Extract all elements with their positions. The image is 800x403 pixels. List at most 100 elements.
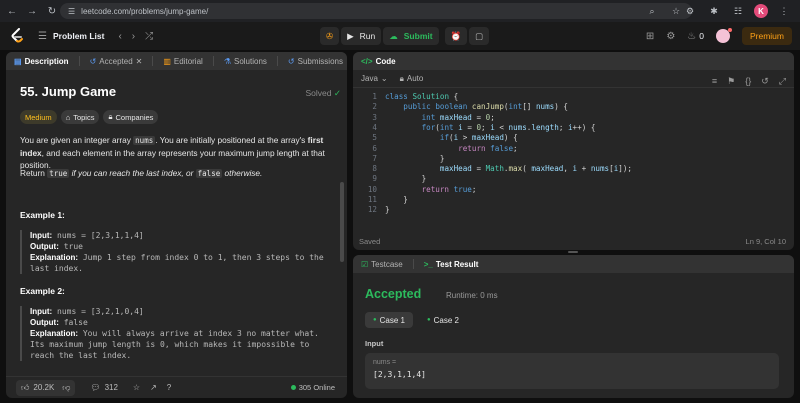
description-scrollbar[interactable] [340,182,344,262]
autocomplete-mode[interactable]: 🔒︎ Auto [400,74,424,84]
app-header: ☰ Problem List ‹ › ⤮ ✇ ▶ Run ☁ Submit ⏰ … [0,22,800,50]
example-2-title: Example 2: [20,286,65,296]
braces-icon[interactable]: {} [745,76,751,87]
line-number: 4 [372,122,377,132]
history-icon: ↺ [287,56,295,66]
case-2-tab[interactable]: ● Case 2 [419,312,467,328]
zoom-icon[interactable]: ⌕ [644,3,660,19]
cursor-position: Ln 9, Col 10 [745,237,786,246]
line-number: 11 [367,195,377,204]
media-icon[interactable]: ☷ [730,3,746,19]
input-variable-value: [2,3,1,1,4] [373,370,426,379]
companies-button[interactable]: 🔒︎ Companies [103,110,159,124]
fullscreen-icon[interactable]: ⤢ [779,76,786,87]
reset-icon[interactable]: ↺ [761,76,769,87]
list-icon: ☰ [38,30,47,42]
line-number: 2 [372,102,377,112]
code-line: } [385,195,408,204]
input-value-box: nums = [2,3,1,1,4] [365,353,779,389]
check-circle-icon: ✓ [333,88,341,98]
chevron-down-icon: ⌄ [380,74,388,83]
tab-accepted[interactable]: ↺ Accepted ✕ [90,57,143,66]
editor-actions: ≡ ⚑ {} ↺ ⤢ [712,76,786,87]
extensions-puzzle-icon[interactable]: ✱ [706,3,722,19]
tab-solutions[interactable]: ⚗ Solutions [224,57,267,66]
tab-description[interactable]: ▤ Description [14,57,69,66]
address-bar[interactable]: ☰ leetcode.com/problems/jump-game/ ⌕ ☆ [60,3,692,19]
example-2-block: Input: nums = [3,2,1,0,4] Output: false … [20,306,342,361]
help-icon[interactable]: ? [167,383,171,392]
tab-divider [212,56,214,66]
notes-button[interactable]: ▢ [469,27,490,45]
settings-gear-icon[interactable]: ⚙ [666,31,675,42]
close-tab-icon[interactable]: ✕ [136,57,143,66]
problem-statement: You are given an integer array nums. You… [20,135,325,170]
problem-list-button[interactable]: ☰ Problem List [38,31,104,42]
input-label: Input [365,339,384,348]
share-icon[interactable]: ↗ [150,383,157,392]
thumbs-down-icon[interactable]: 👎︎ [62,383,70,393]
history-icon: ↺ [89,56,97,66]
code-editor[interactable]: 1 class Solution { 2 public boolean canJ… [353,92,794,250]
tab-code[interactable]: </> Code [361,57,396,66]
code-line: } [385,153,445,163]
book-icon: ▥ [163,56,171,66]
timer-button[interactable]: ⏰ [444,27,468,45]
bug-icon: ✇ [326,30,334,41]
example-1-block: Input: nums = [2,3,1,1,4] Output: true E… [20,230,342,274]
language-select[interactable]: Java ⌄ [361,74,388,83]
line-number: 7 [372,153,377,163]
prev-problem-icon[interactable]: ‹ [118,31,121,42]
result-tabbar: ☑ Testcase >_ Test Result [353,255,794,273]
streak-counter[interactable]: ♨ 0 [687,31,704,42]
description-panel: ▤ Description ↺ Accepted ✕ ▥ Editorial ⚗… [6,52,347,398]
tab-test-result[interactable]: >_ Test Result [424,260,479,269]
play-icon: ▶ [347,30,354,41]
site-info-icon[interactable]: ☰ [68,7,75,16]
description-tabbar: ▤ Description ↺ Accepted ✕ ▥ Editorial ⚗… [6,52,347,70]
line-number: 3 [372,112,377,122]
like-button[interactable]: 👍︎ 20.2K 👎︎ [16,379,76,396]
case-1-tab[interactable]: ● Case 1 [365,312,413,328]
next-problem-icon[interactable]: › [132,31,135,42]
checkbox-icon: ☑ [361,259,369,269]
bookmark-icon[interactable]: ⚑ [727,76,735,87]
profile-avatar[interactable]: K [754,4,768,18]
tab-submissions[interactable]: ↺ Submissions [288,57,343,66]
format-icon[interactable]: ≡ [712,76,717,87]
run-button[interactable]: ▶ Run [341,27,382,45]
reload-icon[interactable]: ↻ [44,3,60,19]
topics-button[interactable]: ⌂ Topics [60,110,100,124]
code-line: int maxHead = 0; [421,112,495,122]
tab-divider [152,56,154,66]
lock-icon: 🔒︎ [399,73,404,83]
comment-icon: 💬︎ [90,383,101,392]
comments-button[interactable]: 💬︎ 312 [85,380,123,396]
case-tabs: ● Case 1 ● Case 2 [365,312,467,328]
line-number: 10 [367,184,377,194]
tab-divider [276,56,278,66]
lock-icon: 🔒︎ [108,112,113,121]
back-icon[interactable]: ← [4,3,20,19]
shuffle-icon[interactable]: ⤮ [145,31,153,42]
forward-icon[interactable]: → [24,3,40,19]
document-icon: ▤ [14,56,22,66]
panel-resize-handle[interactable] [568,251,578,253]
favorite-star-icon[interactable]: ☆ [133,383,140,392]
user-avatar[interactable] [715,28,732,43]
debug-button[interactable]: ✇ [320,27,340,45]
tab-testcase[interactable]: ☑ Testcase [361,260,403,269]
tab-editorial[interactable]: ▥ Editorial [163,57,202,66]
premium-button[interactable]: Premium [741,27,792,45]
leetcode-logo-icon[interactable] [10,28,24,44]
extension-icon[interactable]: ⚙ [682,3,698,19]
menu-icon[interactable]: ⋮ [776,3,792,19]
layout-grid-icon[interactable]: ⊞ [646,31,654,42]
code-line: maxHead = Math.max( maxHead, i + nums[i]… [439,164,632,174]
code-line: } [385,174,427,184]
line-number: 1 [372,92,377,101]
pass-dot-icon: ● [373,317,377,323]
flask-icon: ⚗ [223,56,231,66]
submit-button[interactable]: ☁ Submit [383,27,439,45]
line-number: 9 [372,174,377,184]
